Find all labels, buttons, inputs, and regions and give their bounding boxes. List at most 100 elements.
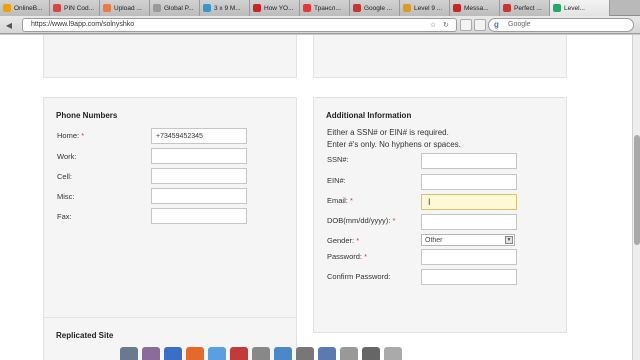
tab-favicon-icon xyxy=(3,4,11,12)
home-label: Home: * xyxy=(57,131,85,140)
dock xyxy=(120,346,500,360)
search-placeholder: Google xyxy=(508,21,531,28)
extension-icon[interactable] xyxy=(474,19,486,31)
dob-label: DOB(mm/dd/yyyy): * xyxy=(327,216,396,225)
tab-favicon-icon xyxy=(453,4,461,12)
gender-label: Gender: * xyxy=(327,236,360,245)
ssn-ein-note: Either a SSN# or EIN# is required. xyxy=(327,128,449,137)
browser-tab[interactable]: 3 x 9 M... xyxy=(200,0,250,16)
browser-tab[interactable]: Global P... xyxy=(150,0,200,16)
chevron-down-icon: ▼ xyxy=(505,236,513,244)
browser-tab[interactable]: Perfect ... xyxy=(500,0,550,16)
google-search-icon: g xyxy=(494,20,499,29)
tab-favicon-icon xyxy=(103,4,111,12)
work-label: Work: xyxy=(57,152,77,161)
tab-strip: OnlineB... PIN Cod... Upload ... Global P..… xyxy=(0,0,640,16)
browser-tab[interactable]: Level... xyxy=(550,0,610,16)
dob-field[interactable] xyxy=(421,214,517,230)
search-input[interactable]: g Google xyxy=(488,18,634,32)
app-icon[interactable] xyxy=(164,347,182,360)
app-icon[interactable] xyxy=(142,347,160,360)
additional-info-title: Additional Information xyxy=(326,111,412,120)
app-icon[interactable] xyxy=(296,347,314,360)
tab-favicon-icon xyxy=(353,4,361,12)
browser-tab[interactable]: PIN Cod... xyxy=(50,0,100,16)
bookmark-star-icon[interactable]: ☆ xyxy=(430,21,436,29)
password-field[interactable] xyxy=(421,249,517,265)
scrollbar-thumb[interactable] xyxy=(634,135,640,245)
misc-label: Misc: xyxy=(57,192,75,201)
phone-numbers-title: Phone Numbers xyxy=(56,111,118,120)
app-icon[interactable] xyxy=(362,347,380,360)
gender-selected-value: Other xyxy=(425,237,443,244)
tab-title: Level... xyxy=(564,4,585,12)
app-icon[interactable] xyxy=(340,347,358,360)
tab-favicon-icon xyxy=(203,4,211,12)
browser-tab[interactable]: Level 9 ... xyxy=(400,0,450,16)
tab-title: 3 x 9 M... xyxy=(214,4,241,12)
app-icon[interactable] xyxy=(208,347,226,360)
email-field[interactable]: I xyxy=(421,194,517,210)
email-label: Email: * xyxy=(327,196,353,205)
tab-favicon-icon xyxy=(253,4,261,12)
cell-phone-field[interactable] xyxy=(151,168,247,184)
password-label: Password: * xyxy=(327,252,368,261)
work-phone-field[interactable] xyxy=(151,148,247,164)
ein-label: EIN#: xyxy=(327,176,346,185)
home-phone-field[interactable] xyxy=(151,128,247,144)
ein-field[interactable] xyxy=(421,174,517,190)
browser-tab[interactable]: Upload ... xyxy=(100,0,150,16)
browser-tab[interactable]: OnlineB... xyxy=(0,0,50,16)
digits-only-note: Enter #'s only. No hyphens or spaces. xyxy=(327,140,461,149)
url-text: https://www.l9app.com/solnyshko xyxy=(31,21,135,28)
top-right-panel xyxy=(313,35,567,78)
tab-favicon-icon xyxy=(403,4,411,12)
misc-phone-field[interactable] xyxy=(151,188,247,204)
confirm-password-label: Confirm Password: xyxy=(327,272,391,281)
app-icon[interactable] xyxy=(274,347,292,360)
fax-label: Fax: xyxy=(57,212,72,221)
browser-tab[interactable]: Google ... xyxy=(350,0,400,16)
fax-field[interactable] xyxy=(151,208,247,224)
confirm-password-field[interactable] xyxy=(421,269,517,285)
text-cursor-icon: I xyxy=(428,197,431,207)
app-icon[interactable] xyxy=(318,347,336,360)
browser-tab[interactable]: Трансл... xyxy=(300,0,350,16)
app-icon[interactable] xyxy=(230,347,248,360)
vertical-scrollbar[interactable] xyxy=(632,35,640,360)
tab-title: PIN Cod... xyxy=(64,4,94,12)
tab-title: Global P... xyxy=(164,4,194,12)
tab-title: OnlineB... xyxy=(14,4,43,12)
top-left-panel xyxy=(43,35,297,78)
additional-info-panel: Additional Information Either a SSN# or … xyxy=(313,97,567,333)
tab-favicon-icon xyxy=(303,4,311,12)
page-content: Phone Numbers Home: * Work: Cell: Misc: … xyxy=(0,35,632,360)
reload-icon[interactable]: ↻ xyxy=(443,21,449,29)
tab-favicon-icon xyxy=(53,4,61,12)
phone-numbers-panel: Phone Numbers Home: * Work: Cell: Misc: … xyxy=(43,97,297,333)
tab-title: Perfect ... xyxy=(514,4,542,12)
tab-title: Трансл... xyxy=(314,4,341,12)
tab-title: How YO... xyxy=(264,4,294,12)
back-icon[interactable]: ◀ xyxy=(3,19,15,31)
browser-tab[interactable]: Messa... xyxy=(450,0,500,16)
tab-favicon-icon xyxy=(153,4,161,12)
tab-title: Messa... xyxy=(464,4,489,12)
firefox-icon[interactable] xyxy=(186,347,204,360)
replicated-site-title: Replicated Site xyxy=(56,331,114,340)
tab-favicon-icon xyxy=(553,4,561,12)
navigation-bar: ◀ https://www.l9app.com/solnyshko ☆ ↻ g … xyxy=(0,16,640,34)
trash-icon[interactable] xyxy=(384,347,402,360)
tab-title: Level 9 ... xyxy=(414,4,443,12)
ssn-field[interactable] xyxy=(421,153,517,169)
tab-title: Upload ... xyxy=(114,4,142,12)
finder-icon[interactable] xyxy=(120,347,138,360)
gender-select[interactable]: Other ▼ xyxy=(421,234,515,246)
ssn-label: SSN#: xyxy=(327,155,349,164)
address-bar[interactable]: https://www.l9app.com/solnyshko ☆ ↻ xyxy=(22,18,457,32)
download-icon[interactable] xyxy=(460,19,472,31)
browser-tab[interactable]: How YO... xyxy=(250,0,300,16)
tab-title: Google ... xyxy=(364,4,393,12)
cell-label: Cell: xyxy=(57,172,73,181)
app-icon[interactable] xyxy=(252,347,270,360)
